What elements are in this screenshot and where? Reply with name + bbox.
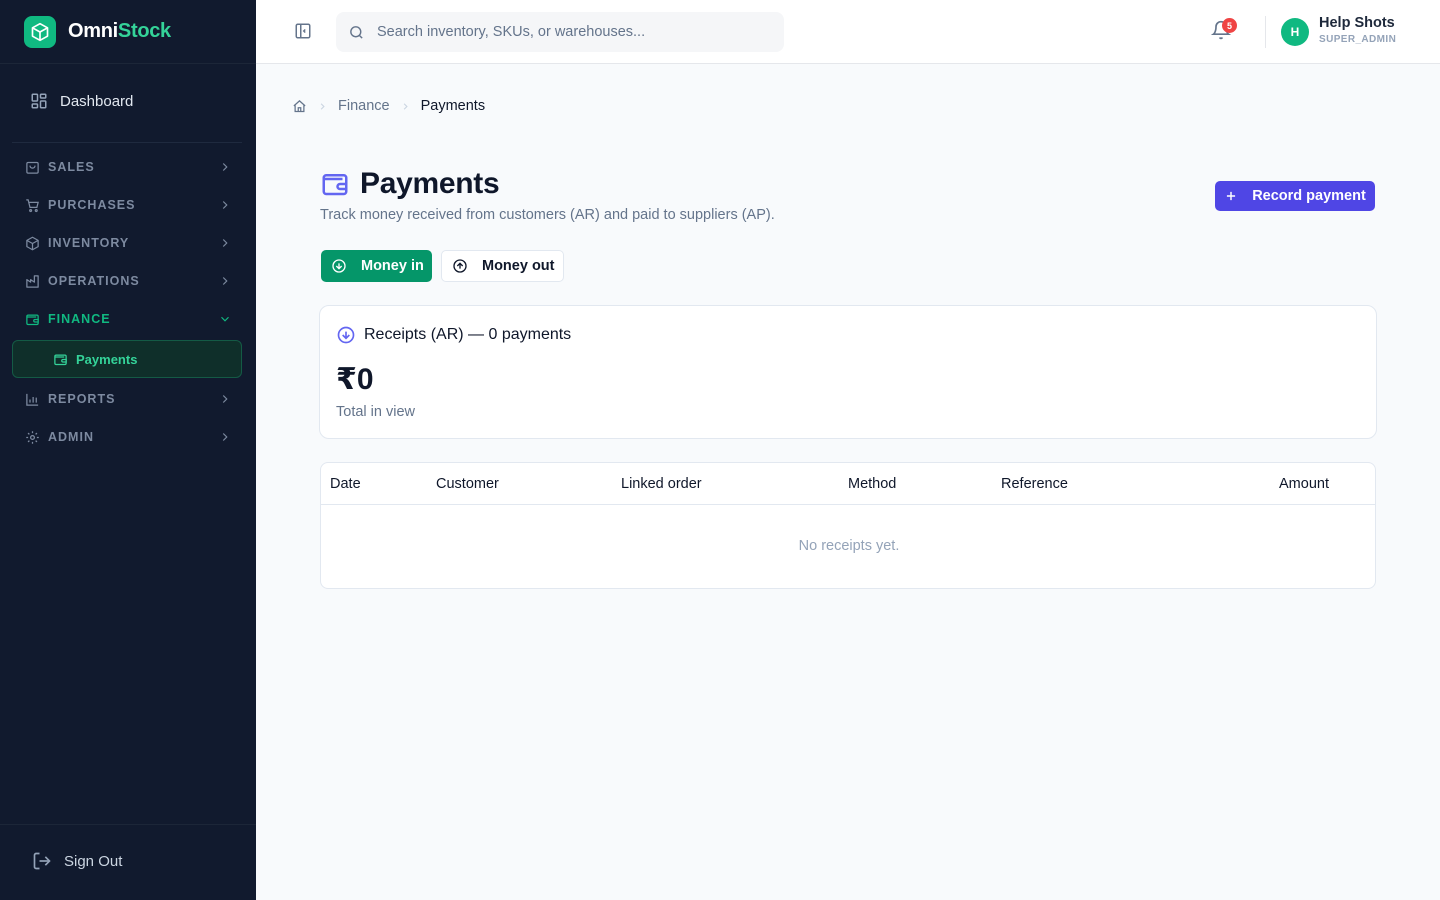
empty-state: No receipts yet.	[798, 538, 900, 554]
sidebar-subitem-payments[interactable]: Payments	[12, 340, 242, 378]
column-header-linked-order[interactable]: Linked order	[621, 476, 702, 492]
sidebar-item-operations[interactable]: OPERATIONS	[12, 262, 242, 300]
column-header-date[interactable]: Date	[330, 476, 361, 492]
sidebar-item-label: ADMIN	[48, 430, 94, 444]
top-header: 5 H Help Shots SUPER_ADMIN	[256, 0, 1440, 64]
sidebar-item-inventory[interactable]: INVENTORY	[12, 224, 242, 262]
tab-money-in[interactable]: Money in	[321, 250, 432, 282]
card-heading: Receipts (AR) — 0 payments	[336, 325, 571, 345]
chevron-right-icon	[222, 239, 228, 247]
brand-name: OmniStock	[68, 20, 171, 43]
user-role: SUPER_ADMIN	[1319, 34, 1397, 45]
sidebar-item-label: REPORTS	[48, 392, 116, 406]
chevron-right-icon	[222, 163, 228, 171]
chevron-right-icon	[222, 433, 228, 441]
brand-name-part2: Stock	[117, 20, 171, 42]
chevron-right-icon	[222, 201, 228, 209]
tab-money-out[interactable]: Money out	[441, 250, 564, 282]
column-header-method[interactable]: Method	[848, 476, 896, 492]
sidebar-item-label: INVENTORY	[48, 236, 130, 250]
table-header: Date Customer Linked order Method Refere…	[321, 463, 1375, 505]
avatar[interactable]: H	[1281, 18, 1309, 46]
column-header-customer[interactable]: Customer	[436, 476, 499, 492]
sidebar-nav: SALES PURCHASES INVENTORY OPERATIONS FIN…	[12, 148, 242, 456]
wallet-icon	[322, 174, 348, 196]
logout-icon	[33, 852, 51, 870]
sidebar: OmniStock Dashboard SALES PURCHASES INVE…	[0, 0, 256, 900]
record-payment-button[interactable]: Record payment	[1215, 181, 1375, 211]
chevron-right-icon	[222, 277, 228, 285]
arrow-up-circle-icon	[453, 259, 467, 273]
sidebar-item-label: FINANCE	[48, 312, 111, 326]
bar-chart-icon	[24, 391, 40, 407]
wallet-icon	[54, 354, 67, 365]
sidebar-item-label: OPERATIONS	[48, 274, 140, 288]
user-name[interactable]: Help Shots	[1319, 15, 1395, 31]
header-divider	[1265, 16, 1266, 48]
receipts-table: Date Customer Linked order Method Refere…	[320, 462, 1376, 589]
sidebar-item-sales[interactable]: SALES	[12, 148, 242, 186]
sidebar-item-label: Dashboard	[60, 92, 134, 110]
sidebar-item-admin[interactable]: ADMIN	[12, 418, 242, 456]
search-input[interactable]	[377, 24, 757, 40]
box-icon	[24, 235, 40, 251]
tab-label: Money out	[482, 258, 555, 274]
grid-icon	[31, 93, 47, 109]
receipts-summary-card: Receipts (AR) — 0 payments ₹0 Total in v…	[319, 305, 1377, 439]
page-subtitle: Track money received from customers (AR)…	[320, 207, 775, 223]
sign-out-button[interactable]: Sign Out	[32, 851, 122, 871]
search-box[interactable]	[336, 12, 784, 52]
wallet-icon	[24, 311, 40, 327]
sidebar-subitem-label: Payments	[76, 351, 138, 367]
sign-out-label: Sign Out	[64, 852, 123, 870]
sidebar-footer: Sign Out	[0, 824, 256, 900]
sidebar-item-finance[interactable]: FINANCE	[12, 300, 242, 338]
breadcrumb-current: Payments	[420, 98, 486, 114]
brand[interactable]: OmniStock	[0, 0, 256, 64]
total-amount: ₹0	[336, 363, 374, 396]
cube-logo-icon	[24, 15, 56, 48]
chevron-right-icon	[403, 102, 408, 110]
page-title: Payments	[360, 167, 500, 200]
gear-icon	[24, 429, 40, 445]
arrow-down-circle-icon	[332, 259, 346, 273]
sidebar-item-label: SALES	[48, 160, 95, 174]
sidebar-divider	[12, 142, 242, 143]
factory-icon	[24, 273, 40, 289]
sidebar-item-dashboard[interactable]: Dashboard	[12, 80, 242, 122]
breadcrumb-finance[interactable]: Finance	[338, 98, 390, 114]
tab-label: Money in	[361, 258, 424, 274]
arrow-down-circle-icon	[337, 326, 355, 344]
notification-count-badge: 5	[1222, 18, 1237, 33]
chevron-down-icon	[221, 316, 229, 322]
sidebar-item-reports[interactable]: REPORTS	[12, 380, 242, 418]
search-icon	[350, 25, 363, 39]
column-header-reference[interactable]: Reference	[1001, 476, 1068, 492]
record-payment-label: Record payment	[1252, 188, 1366, 204]
brand-name-part1: Omni	[68, 20, 118, 42]
column-header-amount[interactable]: Amount	[1279, 476, 1329, 492]
home-icon[interactable]	[292, 99, 307, 114]
card-heading-text: Receipts (AR) — 0 payments	[364, 326, 572, 343]
sidebar-item-label: PURCHASES	[48, 198, 136, 212]
bag-icon	[24, 159, 40, 175]
cart-icon	[24, 197, 40, 213]
breadcrumb: Finance Payments	[292, 98, 485, 114]
page-title-row: Payments	[320, 167, 500, 201]
chevron-right-icon	[320, 102, 325, 110]
sidebar-toggle-icon[interactable]	[294, 22, 314, 42]
chevron-right-icon	[222, 395, 228, 403]
plus-icon	[1227, 191, 1236, 201]
total-note: Total in view	[336, 404, 415, 420]
sidebar-item-purchases[interactable]: PURCHASES	[12, 186, 242, 224]
